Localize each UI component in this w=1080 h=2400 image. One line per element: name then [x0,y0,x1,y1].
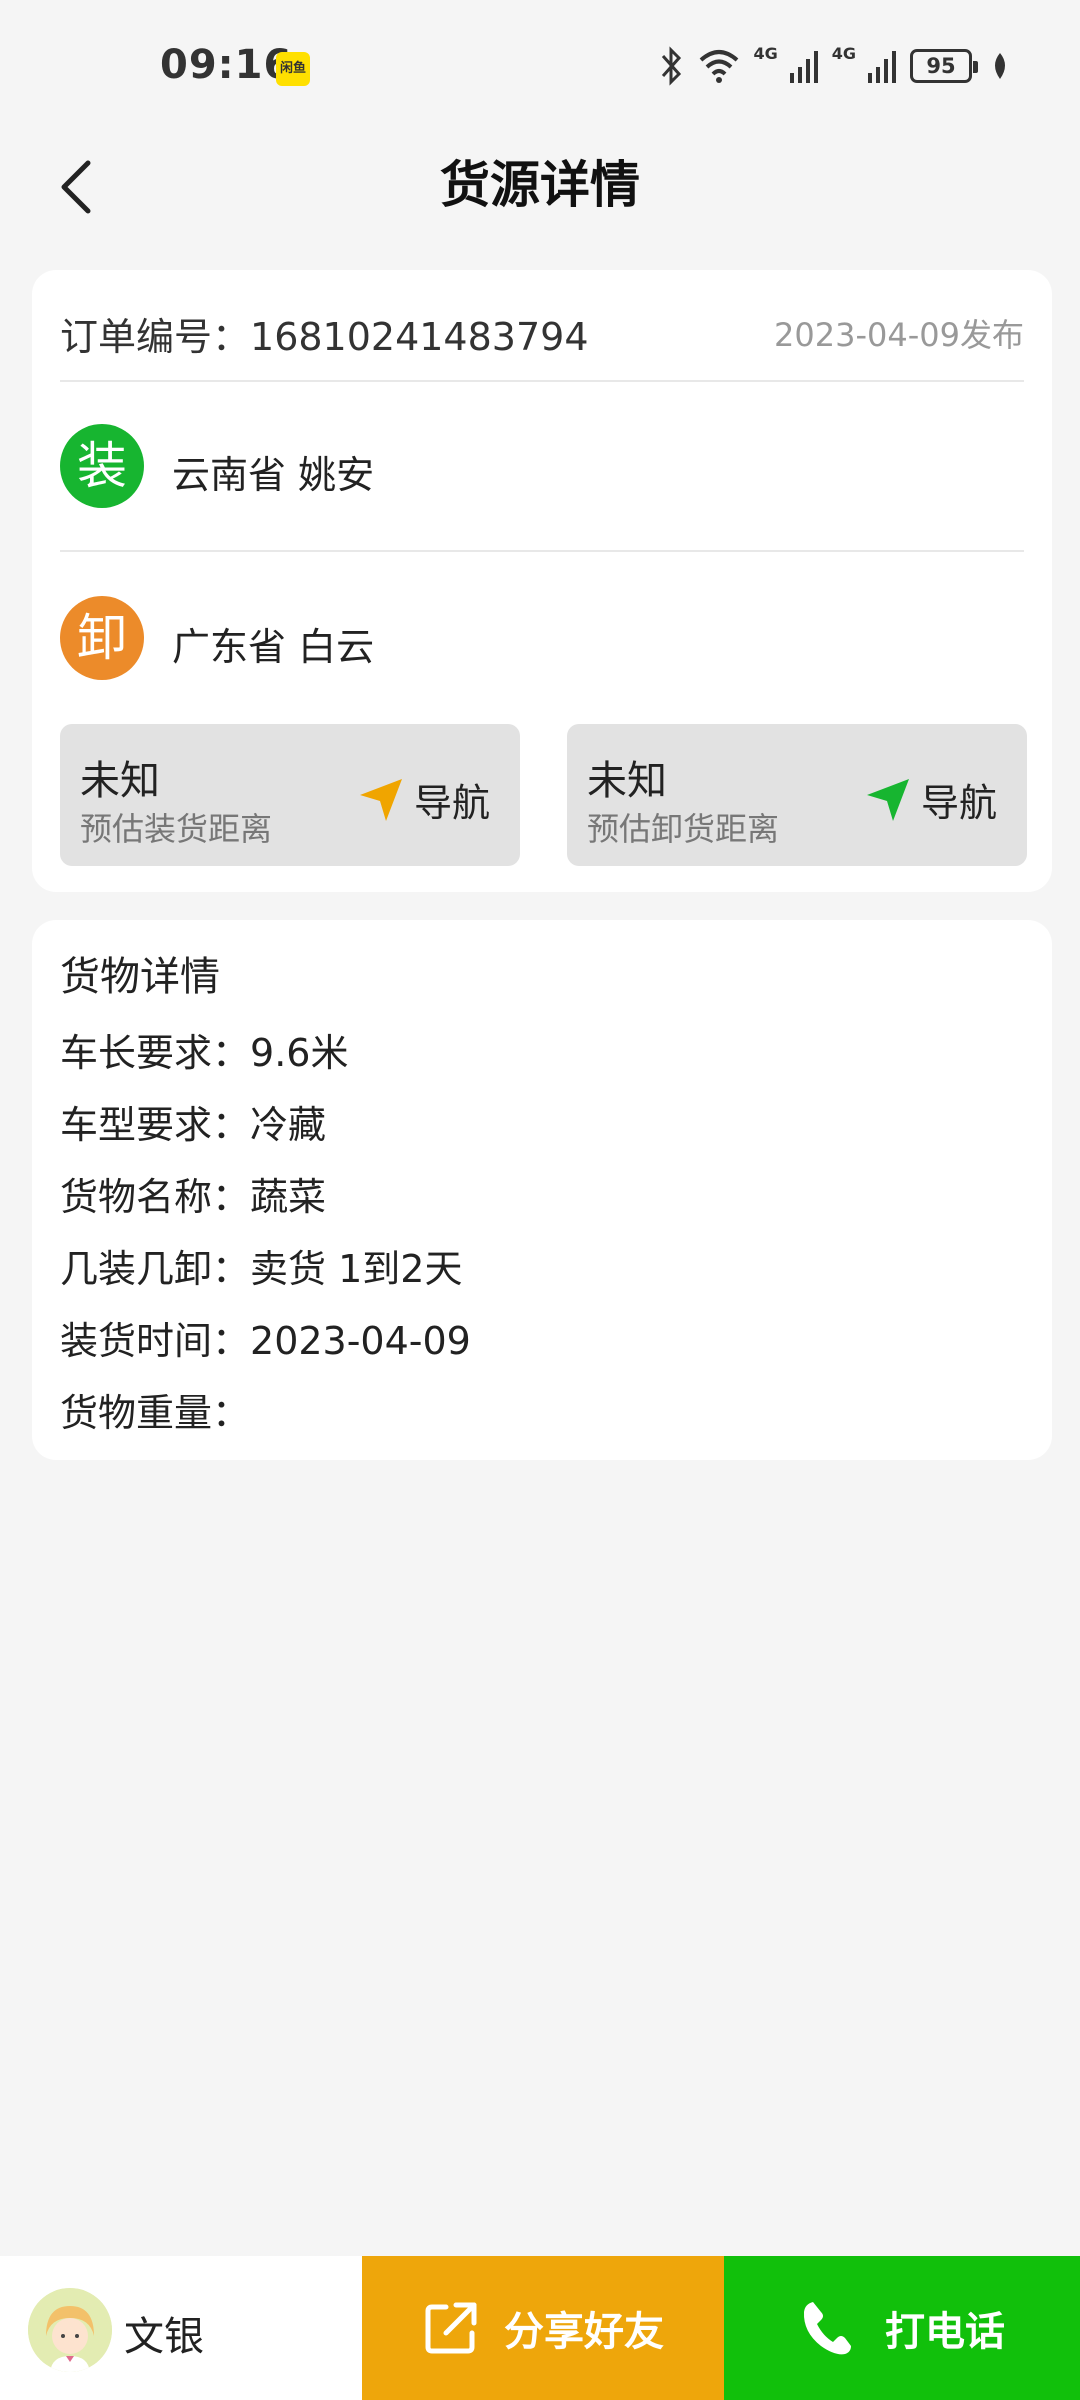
contact-info[interactable]: 文银 [0,2256,362,2400]
call-button[interactable]: 打电话 [724,2256,1080,2400]
avatar [28,2288,112,2372]
unload-badge: 卸 [60,596,144,680]
goods-row-label: 车长要求： [60,1031,251,1075]
order-number: 订单编号：16810241483794 [60,306,589,361]
unload-location: 广东省 白云 [172,625,375,669]
goods-row-truck-length: 车长要求：9.6米 [60,1022,348,1077]
battery-icon: 95 [910,49,978,83]
navigation-arrow-icon [866,778,909,821]
signal-label-2: 4G [831,44,856,63]
order-number-label: 订单编号： [60,315,251,359]
signal-icon [868,51,896,83]
load-badge: 装 [60,424,144,508]
nav-bar: 货源详情 [0,135,1080,235]
goods-row-label: 货物重量： [60,1391,251,1435]
goods-row-truck-type: 车型要求：冷藏 [60,1094,326,1149]
load-distance-box: 未知 预估装货距离 导航 [60,724,520,866]
signal-icon [789,51,818,83]
contact-name: 文银 [124,2314,204,2360]
load-location: 云南省 姚安 [172,453,375,497]
unload-distance-box: 未知 预估卸货距离 导航 [567,724,1027,866]
back-button[interactable] [36,147,116,227]
leaf-icon [995,53,1005,79]
share-button[interactable]: 分享好友 [362,2256,724,2400]
load-navigate-button[interactable]: 导航 [358,772,490,827]
unload-location-row: 卸 广东省 白云 [60,554,1024,724]
publish-date: 2023-04-09发布 [774,316,1024,354]
bluetooth-icon [662,46,682,86]
goods-row-cargo-name: 货物名称：蔬菜 [60,1166,326,1221]
status-icons: 4G 4G 95 [659,44,1010,88]
avatar-image-icon [28,2288,112,2372]
call-label: 打电话 [885,2309,1005,2355]
goods-row-label: 货物名称： [60,1175,251,1219]
app-notification-icon: 闲鱼 [276,52,310,86]
wifi-icon [700,50,739,83]
goods-row-load-unload: 几装几卸：卖货 1到2天 [60,1238,462,1293]
unload-distance-value: 未知 [587,758,667,804]
goods-row-label: 车型要求： [60,1103,251,1147]
goods-row-weight: 货物重量： [60,1382,250,1437]
share-label: 分享好友 [504,2309,664,2355]
unload-navigate-label: 导航 [920,781,997,825]
unload-distance-label: 预估卸货距离 [587,810,780,848]
load-distance-value: 未知 [80,758,160,804]
load-navigate-label: 导航 [413,781,490,825]
load-location-row: 装 云南省 姚安 [60,382,1024,552]
goods-row-value: 蔬菜 [250,1175,327,1219]
page-title: 货源详情 [440,156,640,214]
bottom-action-bar: 文银 分享好友 打电话 [0,2256,1080,2400]
navigation-arrow-icon [359,778,402,821]
goods-row-value: 9.6米 [250,1031,349,1075]
status-time: 09:16 [160,42,293,88]
order-number-value: 16810241483794 [250,315,589,359]
load-distance-label: 预估装货距离 [80,810,273,848]
goods-row-label: 几装几卸： [60,1247,251,1291]
route-card: 订单编号：16810241483794 2023-04-09发布 装 云南省 姚… [32,270,1052,892]
unload-navigate-button[interactable]: 导航 [865,772,997,827]
goods-row-value: 2023-04-09 [250,1319,471,1363]
goods-detail-title: 货物详情 [60,954,220,1000]
share-icon [425,2302,477,2354]
goods-detail-card: 货物详情 车长要求：9.6米 车型要求：冷藏 货物名称：蔬菜 几装几卸：卖货 1… [32,920,1052,1460]
chevron-left-icon [61,160,91,214]
order-row: 订单编号：16810241483794 2023-04-09发布 [60,270,1024,382]
status-bar: 09:16 闲鱼 4G 4G 95 [0,0,1080,135]
goods-row-load-time: 装货时间：2023-04-09 [60,1310,471,1365]
goods-row-value: 冷藏 [250,1103,327,1147]
goods-row-value: 卖货 1到2天 [250,1247,463,1291]
phone-icon [803,2302,851,2355]
goods-row-label: 装货时间： [60,1319,251,1363]
signal-label-1: 4G [753,44,778,63]
